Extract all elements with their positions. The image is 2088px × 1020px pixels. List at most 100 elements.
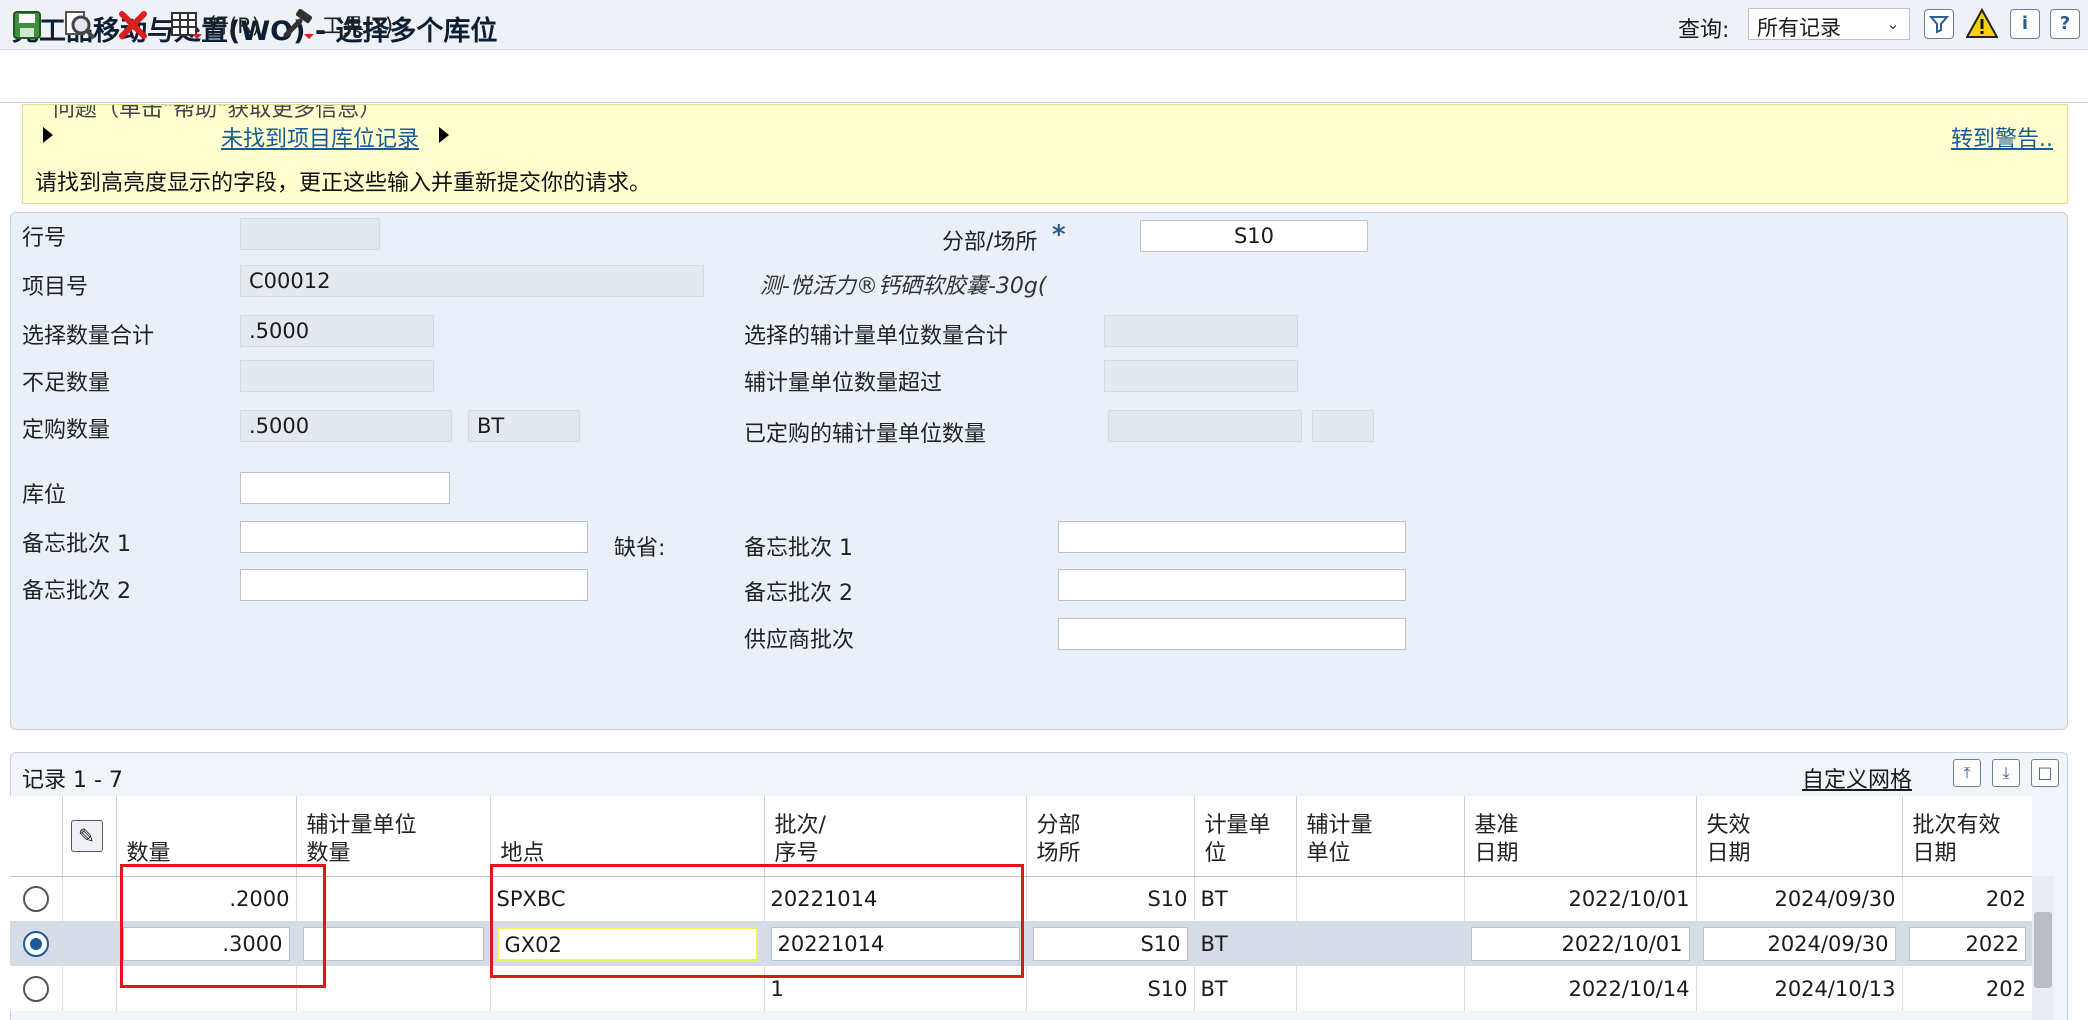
col-expiry-date[interactable]: 失效 日期 bbox=[1696, 796, 1903, 877]
row-edit-cell bbox=[62, 966, 117, 1011]
base-date-cell[interactable]: 2022/10/01 bbox=[1464, 876, 1697, 921]
search-icon bbox=[65, 11, 96, 40]
default-memo-lot1-label: 备忘批次 1 bbox=[744, 536, 853, 561]
order-qty-label: 定购数量 bbox=[22, 418, 111, 443]
secondary-over-field bbox=[1104, 360, 1298, 392]
info-icon[interactable]: i bbox=[2010, 9, 2040, 39]
order-uom-field: BT bbox=[468, 410, 580, 442]
ordered-secondary-label: 已定购的辅计量单位数量 bbox=[744, 422, 987, 447]
query-select-value: 所有记录 bbox=[1757, 16, 1841, 40]
selected-secondary-qty-field bbox=[1104, 315, 1298, 347]
item-field: C00012 bbox=[240, 265, 704, 297]
supplier-lot-field[interactable] bbox=[1058, 618, 1406, 650]
default-label: 缺省: bbox=[614, 536, 666, 561]
find-button[interactable] bbox=[62, 6, 96, 44]
memo-lot2-label: 备忘批次 2 bbox=[22, 579, 131, 604]
supplier-lot-label: 供应商批次 bbox=[744, 628, 855, 653]
line-no-field bbox=[240, 218, 380, 250]
row-select-radio[interactable] bbox=[22, 930, 49, 957]
secondary-over-label: 辅计量单位数量超过 bbox=[744, 371, 943, 396]
export-icon[interactable]: ⤒ bbox=[1953, 759, 1981, 787]
lot-effective-date-cell[interactable]: 202 bbox=[1902, 966, 2032, 1011]
col-base-date[interactable]: 基准 日期 bbox=[1464, 796, 1697, 877]
expiry-date-cell[interactable]: 2024/10/13 bbox=[1696, 966, 1903, 1011]
default-memo-lot2-field[interactable] bbox=[1058, 569, 1406, 601]
error-link[interactable]: 未找到项目库位记录 bbox=[221, 121, 419, 153]
annotation-box-location-lot bbox=[490, 864, 1024, 978]
lot-effective-date-cell[interactable]: 202 bbox=[1902, 876, 2032, 921]
row-select-radio[interactable] bbox=[22, 975, 49, 1002]
annotation-box-qty bbox=[120, 864, 326, 988]
query-label: 查询: bbox=[1678, 18, 1730, 43]
row-edit-cell bbox=[62, 876, 117, 921]
ordered-secondary-uom-field bbox=[1312, 410, 1374, 442]
secondary-uom-cell[interactable] bbox=[1296, 921, 1465, 966]
tools-icon bbox=[283, 9, 314, 39]
uom-cell[interactable]: BT bbox=[1194, 966, 1297, 1011]
customize-grid-link[interactable]: 自定义网格 bbox=[1802, 762, 1912, 794]
memo-lot2-field[interactable] bbox=[240, 569, 588, 601]
edit-col-header[interactable]: ✎ bbox=[62, 796, 117, 877]
banner-message: 请找到高亮度显示的字段，更正这些输入并重新提交你的请求。 bbox=[35, 171, 652, 196]
row-select-radio[interactable] bbox=[22, 885, 49, 912]
tools-menu-label: 工具(T) bbox=[322, 14, 394, 38]
close-icon bbox=[119, 11, 147, 39]
secondary-uom-cell[interactable] bbox=[1296, 966, 1465, 1011]
ordered-secondary-field bbox=[1108, 410, 1302, 442]
import-icon[interactable]: ⤓ bbox=[1992, 759, 2020, 787]
pencil-icon[interactable]: ✎ bbox=[70, 819, 103, 852]
branch-cell[interactable]: S10 bbox=[1026, 876, 1195, 921]
row-edit-cell bbox=[62, 921, 117, 966]
toolbar bbox=[0, 51, 2088, 103]
branch-input[interactable]: S10 bbox=[1032, 926, 1188, 961]
location-label: 库位 bbox=[22, 483, 67, 508]
location-field[interactable] bbox=[240, 472, 450, 504]
col-lot-effective-date[interactable]: 批次有效 日期 bbox=[1902, 796, 2032, 877]
branch-field[interactable]: S10 bbox=[1140, 220, 1368, 252]
selected-secondary-qty-label: 选择的辅计量单位数量合计 bbox=[744, 324, 1009, 349]
branch-cell[interactable]: S10 bbox=[1026, 966, 1195, 1011]
base-date-input[interactable]: 2022/10/01 bbox=[1470, 926, 1690, 961]
chevron-down-icon: ⌄ bbox=[1886, 14, 1900, 33]
save-icon bbox=[13, 11, 41, 39]
item-description: 测-悦活力®钙硒软胶囊-30g( bbox=[760, 274, 1047, 299]
record-count: 记录 1 - 7 bbox=[22, 768, 123, 793]
expiry-date-input[interactable]: 2024/09/30 bbox=[1702, 926, 1896, 961]
row-menu-label: 行(R) bbox=[208, 14, 260, 38]
delete-button[interactable] bbox=[118, 6, 148, 44]
shortage-qty-field bbox=[240, 360, 434, 392]
filter-icon[interactable] bbox=[1924, 9, 1954, 39]
secondary-qty-input[interactable] bbox=[302, 926, 484, 961]
grid-scrollbar-thumb[interactable] bbox=[2034, 912, 2052, 988]
uom-cell[interactable]: BT bbox=[1194, 921, 1297, 966]
help-icon[interactable]: ? bbox=[2050, 9, 2080, 39]
tools-menu-button[interactable]: 工具(T) bbox=[282, 6, 393, 44]
expiry-date-cell[interactable]: 2024/09/30 bbox=[1696, 876, 1903, 921]
shortage-qty-label: 不足数量 bbox=[22, 371, 111, 396]
secondary-uom-cell[interactable] bbox=[1296, 876, 1465, 921]
goto-warnings-link[interactable]: 转到警告.. bbox=[1951, 121, 2053, 153]
grid-icon bbox=[171, 12, 202, 39]
maximize-icon[interactable]: □ bbox=[2031, 759, 2059, 787]
expand-triangle-icon[interactable] bbox=[439, 127, 449, 143]
row-menu-button[interactable]: 行(R) bbox=[170, 6, 260, 44]
selected-qty-label: 选择数量合计 bbox=[22, 324, 155, 349]
uom-cell[interactable]: BT bbox=[1194, 876, 1297, 921]
save-button[interactable] bbox=[12, 6, 42, 44]
order-qty-field: .5000 bbox=[240, 410, 452, 442]
col-secondary-uom[interactable]: 辅计量 单位 bbox=[1296, 796, 1465, 877]
line-no-label: 行号 bbox=[22, 226, 67, 251]
lot-effective-date-input[interactable]: 2022 bbox=[1908, 926, 2026, 961]
col-uom[interactable]: 计量单位 bbox=[1194, 796, 1297, 877]
required-asterisk: * bbox=[1052, 220, 1066, 250]
error-banner: 问题（单击"帮助"获取更多信息） 未找到项目库位记录 转到警告.. 请找到高亮度… bbox=[22, 104, 2068, 204]
default-memo-lot1-field[interactable] bbox=[1058, 521, 1406, 553]
base-date-cell[interactable]: 2022/10/14 bbox=[1464, 966, 1697, 1011]
col-branch[interactable]: 分部 场所 bbox=[1026, 796, 1195, 877]
memo-lot1-field[interactable] bbox=[240, 521, 588, 553]
warning-icon[interactable] bbox=[1965, 7, 1999, 40]
default-memo-lot2-label: 备忘批次 2 bbox=[744, 581, 853, 606]
query-select[interactable]: 所有记录 ⌄ bbox=[1748, 8, 1910, 40]
expand-triangle-icon[interactable] bbox=[43, 127, 53, 143]
selected-qty-field: .5000 bbox=[240, 315, 434, 347]
